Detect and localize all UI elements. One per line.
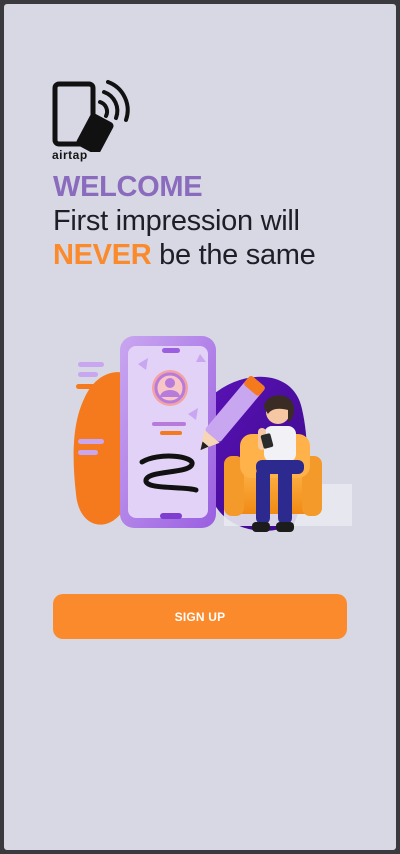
welcome-headline: WELCOME First impression will NEVER be t… xyxy=(53,170,316,272)
headline-line-3-rest: be the same xyxy=(151,239,316,271)
logo-text: airtap xyxy=(52,148,88,162)
welcome-title: WELCOME xyxy=(53,171,203,203)
headline-line-2: First impression will xyxy=(53,205,300,237)
airtap-logo: airtap xyxy=(52,74,134,166)
headline-line-3: NEVER be the same xyxy=(53,238,316,272)
never-word: NEVER xyxy=(53,239,152,271)
welcome-screen: airtap WELCOME First impression will NEV… xyxy=(4,4,396,850)
phone-woman-armchair-illustration xyxy=(73,336,352,532)
sign-up-button[interactable]: SIGN UP xyxy=(53,594,347,639)
nfc-card-tap-icon xyxy=(52,80,130,152)
